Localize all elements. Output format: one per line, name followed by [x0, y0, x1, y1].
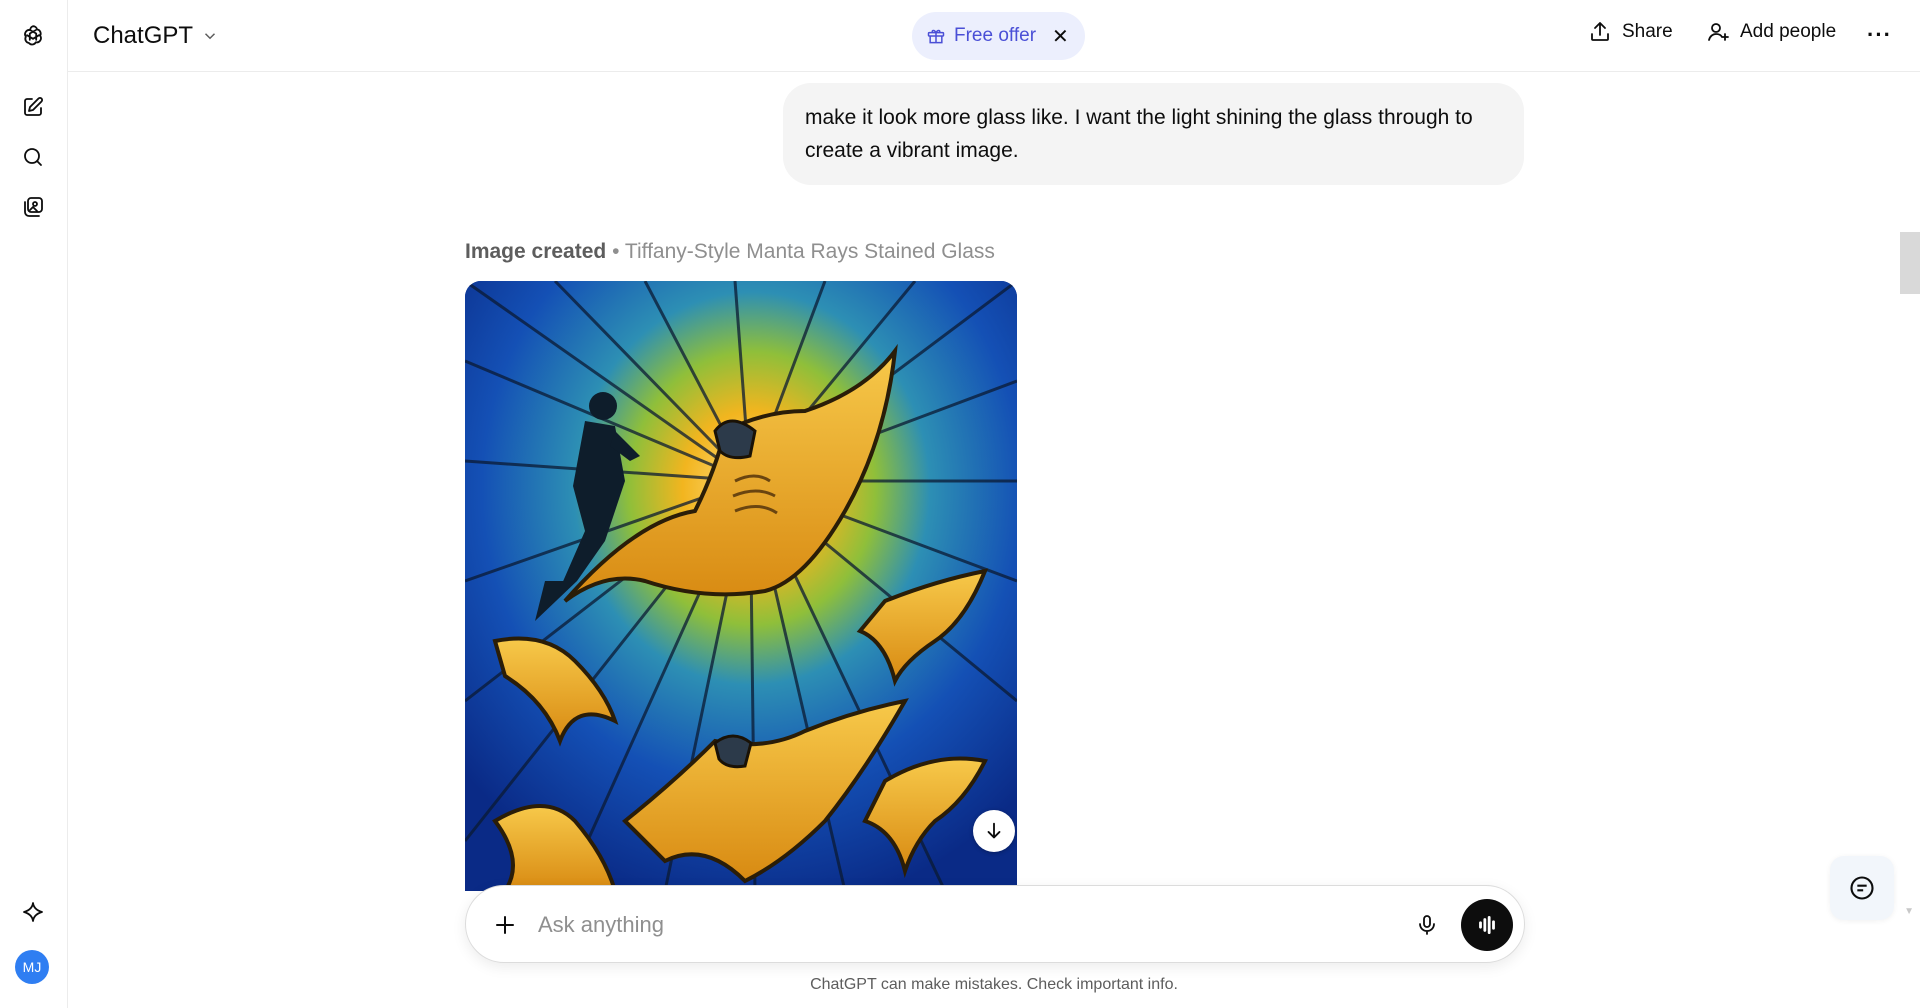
microphone-icon — [1419, 915, 1435, 935]
close-icon[interactable]: ✕ — [1052, 24, 1069, 49]
waveform-icon — [1479, 916, 1495, 934]
model-selector[interactable]: ChatGPT — [93, 22, 219, 50]
more-options-icon[interactable]: ··· — [1867, 22, 1892, 48]
gift-icon — [927, 29, 945, 44]
dictate-button[interactable] — [1412, 910, 1442, 940]
openai-logo-icon[interactable] — [18, 20, 48, 50]
scroll-down-icon[interactable]: ▼ — [1904, 906, 1914, 917]
user-message-text: make it look more glass like. I want the… — [805, 106, 1473, 162]
message-composer — [465, 885, 1525, 963]
user-message-bubble: make it look more glass like. I want the… — [783, 83, 1524, 185]
share-label: Share — [1622, 21, 1673, 42]
prompt-input[interactable] — [538, 906, 1338, 944]
add-person-icon — [1708, 23, 1729, 41]
sidebar-rail: MJ — [0, 0, 68, 1008]
stained-glass-image — [465, 281, 1017, 891]
sparkle-icon[interactable] — [18, 897, 48, 927]
add-people-label: Add people — [1740, 21, 1837, 42]
new-chat-icon[interactable] — [18, 92, 48, 122]
library-icon[interactable] — [18, 192, 48, 222]
model-label: ChatGPT — [93, 22, 194, 49]
generated-image[interactable] — [465, 281, 1017, 891]
disclaimer-text: ChatGPT can make mistakes. Check importa… — [810, 976, 1178, 993]
scrollbar-thumb[interactable] — [1900, 232, 1920, 294]
image-title[interactable]: • Tiffany-Style Manta Rays Stained Glass — [612, 240, 995, 263]
attach-button[interactable] — [490, 910, 520, 940]
download-button[interactable] — [973, 810, 1015, 852]
plus-icon — [496, 916, 514, 934]
voice-mode-button[interactable] — [1461, 899, 1513, 951]
chat-bubble-icon — [1850, 876, 1874, 900]
top-header: ChatGPT Free offer ✕ Share Add people ··… — [68, 0, 1920, 72]
chevron-down-icon — [205, 33, 216, 40]
free-offer-pill[interactable]: Free offer ✕ — [912, 12, 1085, 60]
download-icon — [987, 822, 1001, 839]
share-button[interactable]: Share — [1588, 20, 1673, 44]
search-icon[interactable] — [18, 142, 48, 172]
image-caption: Image created • Tiffany-Style Manta Rays… — [465, 240, 995, 264]
share-icon — [1591, 22, 1609, 41]
add-people-button[interactable]: Add people — [1706, 20, 1836, 44]
image-status: Image created — [465, 240, 607, 263]
free-offer-label: Free offer — [954, 25, 1037, 46]
chat-help-button[interactable] — [1830, 856, 1894, 920]
